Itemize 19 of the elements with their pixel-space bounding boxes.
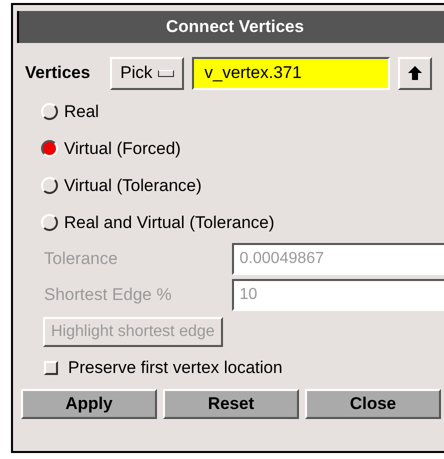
dialog-button[interactable]: Reset bbox=[163, 389, 299, 419]
field-label: Tolerance bbox=[44, 248, 119, 270]
radio-button[interactable] bbox=[41, 140, 58, 157]
field-label: Shortest Edge % bbox=[44, 284, 173, 306]
field-label: Vertices bbox=[25, 62, 90, 84]
window-title: Connect Vertices bbox=[17, 11, 444, 43]
indicator-icon bbox=[158, 70, 174, 76]
up-arrow-icon bbox=[407, 65, 424, 81]
pick-button[interactable]: Pick bbox=[110, 56, 184, 90]
radio-label: Virtual (Forced) bbox=[64, 138, 181, 160]
checkbox-label: Preserve first vertex location bbox=[68, 357, 282, 380]
radio-label: Real and Virtual (Tolerance) bbox=[64, 212, 274, 234]
dialog-button[interactable]: Close bbox=[305, 389, 441, 419]
radio-label: Real bbox=[64, 100, 99, 123]
radio-label: Virtual (Tolerance) bbox=[64, 174, 202, 197]
checkbox[interactable] bbox=[44, 361, 58, 375]
dialog-button[interactable]: Apply bbox=[21, 389, 157, 419]
up-arrow-button[interactable] bbox=[398, 56, 432, 90]
vertex-field[interactable]: v_vertex.371 bbox=[192, 56, 390, 90]
